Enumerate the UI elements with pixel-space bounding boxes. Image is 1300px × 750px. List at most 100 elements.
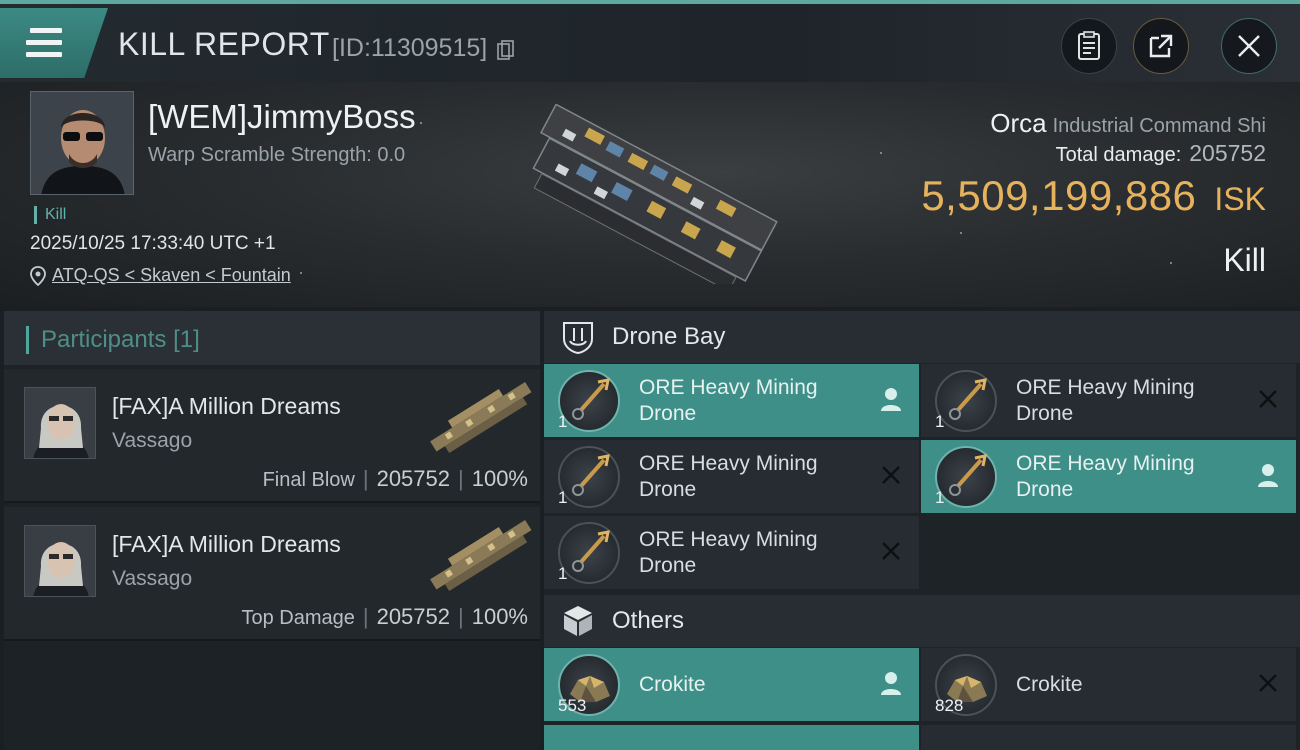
cargo-item-partial[interactable] [921,725,1296,750]
stats-separator: | [362,604,369,629]
participants-count: [1] [173,326,200,353]
menu-icon-bar [26,40,62,45]
participant-row[interactable]: [FAX]A Million Dreams Vassago Top Damage… [4,507,540,641]
participant-percent: 100% [471,604,528,629]
clipboard-button[interactable] [1061,18,1117,74]
total-damage-value: 205752 [1189,140,1266,166]
participant-name[interactable]: [FAX]A Million Dreams [112,393,341,420]
stats-separator: | [458,466,464,491]
drone-item[interactable]: 1 ORE Heavy Mining Drone [921,364,1296,437]
participant-damage: 205752 [376,604,450,629]
copy-icon[interactable] [497,40,515,60]
participant-row[interactable]: [FAX]A Million Dreams Vassago Final Blow… [4,369,540,503]
isk-unit: ISK [1214,181,1266,217]
pilot-portrait-icon [25,388,95,458]
kill-location[interactable]: ATQ-QS < Skaven < Fountain [30,265,291,286]
drone-item[interactable]: 1 ORE Heavy Mining Drone [544,516,919,589]
participant-stats: Top Damage | 205752 | 100% [241,604,528,630]
kill-summary: [WEM]JimmyBoss Warp Scramble Strength: 0… [0,82,1300,307]
report-id: [ID:11309515] [332,34,488,62]
share-icon [1149,34,1173,58]
item-name: ORE Heavy Mining Drone [639,451,859,503]
page-title: KILL REPORT [118,26,330,62]
location-link[interactable]: ATQ-QS < Skaven < Fountain [52,265,291,285]
drone-bay-header[interactable]: Drone Bay [544,311,1300,363]
cargo-box-icon [564,606,592,636]
item-quantity: 1 [558,412,568,431]
item-name-line2: Drone [639,554,697,577]
destroyed-x-icon [1259,390,1277,408]
cargo-item[interactable]: 828 Crokite [921,648,1296,721]
cargo-item[interactable]: 553 Crokite [544,648,919,721]
stats-separator: | [458,604,464,629]
item-quantity: 1 [935,488,945,507]
participant-damage: 205752 [376,466,450,491]
participants-panel: Participants [1] [FAX]A Million Dreams V… [4,311,540,750]
star [960,232,962,234]
item-name-line2: Drone [639,402,697,425]
ship-render-icon [430,382,532,454]
participants-header[interactable]: Participants [1] [4,311,540,365]
menu-button[interactable] [0,8,108,78]
item-name: ORE Heavy Mining Drone [639,527,859,579]
item-name: Crokite [1016,673,1083,696]
star [300,272,302,274]
participant-avatar[interactable] [24,387,96,459]
drone-bay-icon [563,322,593,355]
share-button[interactable] [1133,18,1189,74]
participant-avatar[interactable] [24,525,96,597]
ship-render-icon [430,520,532,592]
item-quantity: 553 [558,696,587,715]
drone-item[interactable]: 1 ORE Heavy Mining Drone [544,440,919,513]
destroyed-x-icon [1259,674,1277,692]
pilot-portrait-icon [31,92,133,194]
item-quantity: 1 [558,564,568,583]
item-name-line1: ORE Heavy Mining [1016,376,1195,399]
items-panel: Drone Bay 1 ORE Heavy Mining Drone 1 ORE … [544,311,1300,750]
drone-item[interactable]: 1 ORE Heavy Mining Drone [921,440,1296,513]
kill-type: Kill [1223,242,1266,278]
victim-name[interactable]: [WEM]JimmyBoss [148,98,416,136]
participants-title: Participants [1] [26,326,200,354]
warp-scramble-strength: Warp Scramble Strength: 0.0 [148,144,406,166]
ship-class: Industrial Command Shi [1052,115,1266,137]
item-name-line2: Drone [1016,402,1074,425]
others-header[interactable]: Others [544,595,1300,647]
dropped-person-icon [881,388,901,411]
item-name-line2: Drone [1016,478,1074,501]
drone-bay-title: Drone Bay [612,323,726,350]
close-icon [1238,35,1260,57]
item-quantity: 1 [558,488,568,507]
item-name-line2: Drone [639,478,697,501]
participant-ship: Vassago [112,567,193,590]
item-name: Crokite [639,673,706,696]
star [420,122,422,124]
dropped-person-icon [1258,464,1278,487]
participant-ship: Vassago [112,429,193,452]
drone-item[interactable]: 1 ORE Heavy Mining Drone [544,364,919,437]
star [1170,262,1172,264]
item-name: ORE Heavy Mining Drone [1016,451,1236,503]
participant-name[interactable]: [FAX]A Million Dreams [112,531,341,558]
dropped-person-icon [881,672,901,695]
item-quantity: 828 [935,696,964,715]
pilot-portrait-icon [25,526,95,596]
total-damage-label: Total damage: [1055,144,1182,166]
victim-avatar[interactable] [30,91,134,195]
participant-role: Final Blow [262,469,355,491]
item-name-line1: ORE Heavy Mining [639,376,818,399]
close-button[interactable] [1221,18,1277,74]
menu-icon [30,28,62,33]
item-name-line1: ORE Heavy Mining [1016,452,1195,475]
kill-datetime: 2025/10/25 17:33:40 UTC +1 [30,233,276,254]
ship-render-icon [532,104,778,284]
isk-value: 5,509,199,886 ISK [921,172,1266,220]
item-quantity: 1 [935,412,945,431]
victim-ship[interactable]: Orca Industrial Command Shi [990,108,1266,139]
cargo-item-partial[interactable] [544,725,919,750]
isk-amount: 5,509,199,886 [921,172,1197,219]
stats-separator: | [362,466,369,491]
item-name-line1: ORE Heavy Mining [639,452,818,475]
kill-tag: Kill [34,206,66,224]
top-bar: KILL REPORT [ID:11309515] [0,0,1300,82]
